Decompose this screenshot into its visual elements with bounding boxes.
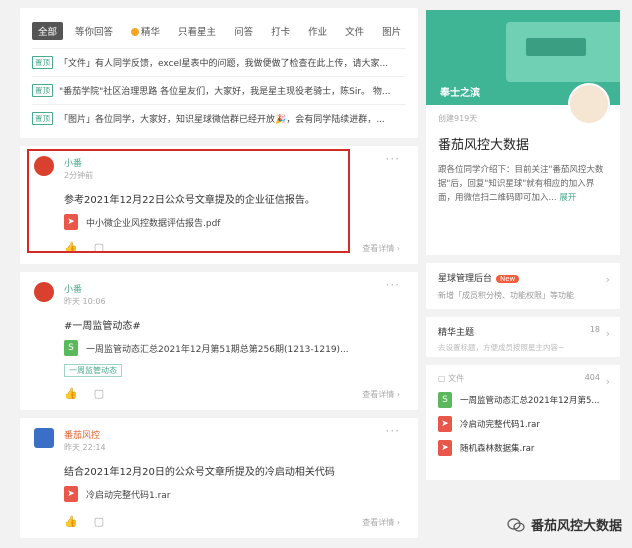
planet-description: 跟各位同学介绍下：目前关注"番茄风控大数据"后，回复"知识星球"就有相应的加入界…	[438, 163, 608, 205]
tab-essence[interactable]: 精华	[125, 22, 166, 40]
avatar[interactable]	[34, 282, 54, 302]
files-count: 404	[584, 373, 600, 382]
filter-tabs: 全部 等你回答 精华 只看星主 问答 打卡 作业 文件 图片	[32, 22, 406, 40]
comment-icon[interactable]: ▢	[94, 515, 104, 528]
view-detail-link[interactable]: 查看详情 ›	[362, 517, 400, 528]
tab-files[interactable]: 文件	[339, 22, 370, 40]
highlight-box	[27, 149, 350, 253]
files-header-label: 文件	[448, 374, 465, 383]
pinned-tag: 置顶	[32, 112, 53, 125]
post-content: 结合2021年12月20日的公众号文章所提及的冷启动相关代码	[64, 467, 335, 478]
tab-waiting-answer[interactable]: 等你回答	[69, 22, 119, 40]
topic-tag[interactable]: 一周监管动态	[64, 364, 122, 377]
view-detail-link[interactable]: 查看详情 ›	[362, 389, 400, 400]
filter-card: 全部 等你回答 精华 只看星主 问答 打卡 作业 文件 图片 置顶 「文件」有人…	[20, 8, 418, 138]
document-file-icon: S	[64, 340, 78, 356]
planet-sidebar: 奉士之滨 创建919天 番茄风控大数据 跟各位同学介绍下：目前关注"番茄风控大数…	[426, 10, 620, 480]
document-file-icon: S	[438, 392, 452, 408]
pinned-item[interactable]: 置顶 "番茄学院"社区治理思路 各位星友们，大家好，我是星主现役老骑士，陈Sir…	[32, 76, 406, 104]
pinned-tag: 置顶	[32, 56, 53, 69]
post-card: ··· 小番 昨天 10:06 #一周监管动态# S 一周监管动态汇总2021年…	[20, 272, 418, 410]
chevron-right-icon[interactable]: ›	[606, 375, 610, 388]
wechat-icon	[507, 517, 525, 532]
file-item[interactable]: ➤ 冷启动完整代码1.rar	[438, 416, 608, 432]
post-card: ··· 番茄风控 昨天 22:14 结合2021年12月20日的公众号文章所提及…	[20, 418, 418, 538]
pinned-text: 「文件」有人同学反馈，excel星表中的问题，我做便做了检查在此上传，请大家..…	[59, 59, 389, 69]
tab-qa[interactable]: 问答	[228, 22, 259, 40]
comment-icon[interactable]: ▢	[94, 387, 104, 400]
banner-graphic	[526, 38, 586, 56]
tab-homework[interactable]: 作业	[302, 22, 333, 40]
attachment-name: 冷启动完整代码1.rar	[86, 490, 171, 501]
post-actions: 👍 ▢	[64, 515, 104, 528]
planet-management[interactable]: 星球管理后台 New 新增「成员积分榜、功能权限」等功能 ›	[426, 263, 620, 309]
feed-column: 全部 等你回答 精华 只看星主 问答 打卡 作业 文件 图片 置顶 「文件」有人…	[20, 8, 418, 538]
attachment[interactable]: ➤ 冷启动完整代码1.rar	[64, 486, 404, 502]
watermark-text: 番茄风控大数据	[530, 519, 622, 534]
watermark: 番茄风控大数据	[507, 515, 622, 534]
post-content: #一周监管动态#	[64, 321, 141, 332]
file-name: 冷启动完整代码1.rar	[460, 420, 540, 430]
pinned-item[interactable]: 置顶 「图片」各位同学，大家好，知识星球微信群已经开放🎉，会有同学陆续进群，..…	[32, 104, 406, 132]
banner-name: 奉士之滨	[440, 88, 480, 99]
file-name: 一周监管动态汇总2021年12月第5...	[460, 396, 600, 406]
tab-essence-label: 精华	[141, 27, 161, 38]
essence-subtitle: 去设置标题，方便成员按照星主内容~	[438, 343, 565, 352]
essence-topics[interactable]: 精华主题 去设置标题，方便成员按照星主内容~ 18 ›	[426, 317, 620, 357]
more-icon[interactable]: ···	[386, 424, 400, 438]
attachment[interactable]: S 一周监管动态汇总2021年12月第51期总第256期(1213-1219).…	[64, 340, 404, 356]
file-item[interactable]: ➤ 随机森林数据集.rar	[438, 440, 608, 456]
pinned-tag: 置顶	[32, 84, 53, 97]
file-name: 随机森林数据集.rar	[460, 444, 535, 454]
planet-info-card: 创建919天 番茄风控大数据 跟各位同学介绍下：目前关注"番茄风控大数据"后，回…	[426, 83, 620, 255]
post-time: 昨天 22:14	[64, 443, 106, 452]
tab-checkin[interactable]: 打卡	[265, 22, 296, 40]
archive-file-icon: ➤	[438, 440, 452, 456]
chevron-right-icon: ›	[605, 273, 610, 286]
like-icon[interactable]: 👍	[64, 515, 78, 528]
essence-icon	[131, 28, 140, 36]
management-subtitle: 新增「成员积分榜、功能权限」等功能	[438, 291, 574, 300]
planet-description-text: 跟各位同学介绍下：目前关注"番茄风控大数据"后，回复"知识星球"就有相应的加入界…	[438, 165, 604, 203]
management-title: 星球管理后台	[438, 274, 493, 284]
pinned-text: 「图片」各位同学，大家好，知识星球微信群已经开放🎉，会有同学陆续进群，...	[59, 115, 385, 125]
post-actions: 👍 ▢	[64, 387, 104, 400]
expand-link[interactable]: 展开	[559, 193, 576, 203]
post-time: 昨天 10:06	[64, 297, 106, 306]
tab-images[interactable]: 图片	[376, 22, 407, 40]
post-author[interactable]: 小番	[64, 282, 404, 295]
essence-title: 精华主题	[438, 328, 475, 338]
attachment-name: 一周监管动态汇总2021年12月第51期总第256期(1213-1219)...	[86, 344, 349, 355]
more-icon[interactable]: ···	[386, 278, 400, 292]
essence-count: 18	[589, 325, 600, 334]
new-badge: New	[496, 275, 520, 283]
files-header: ▢ 文件	[438, 374, 465, 383]
more-icon[interactable]: ···	[386, 152, 400, 166]
pinned-item[interactable]: 置顶 「文件」有人同学反馈，excel星表中的问题，我做便做了检查在此上传，请大…	[32, 48, 406, 76]
tab-all[interactable]: 全部	[32, 22, 64, 40]
like-icon[interactable]: 👍	[64, 387, 78, 400]
view-detail-link[interactable]: 查看详情 ›	[362, 243, 400, 254]
chevron-right-icon: ›	[605, 327, 610, 340]
archive-file-icon: ➤	[438, 416, 452, 432]
avatar[interactable]	[34, 428, 54, 448]
owner-avatar[interactable]	[568, 83, 610, 125]
planet-title: 番茄风控大数据	[438, 138, 530, 153]
tab-owner-only[interactable]: 只看星主	[172, 22, 222, 40]
archive-file-icon: ➤	[64, 486, 78, 502]
files-card: ▢ 文件 404 › S 一周监管动态汇总2021年12月第5... ➤ 冷启动…	[426, 365, 620, 480]
management-title-row: 星球管理后台 New	[438, 271, 608, 284]
post-author[interactable]: 番茄风控	[64, 428, 404, 441]
pinned-text: "番茄学院"社区治理思路 各位星友们，大家好，我是星主现役老骑士，陈Sir。 物…	[59, 87, 391, 97]
file-item[interactable]: S 一周监管动态汇总2021年12月第5...	[438, 392, 608, 408]
